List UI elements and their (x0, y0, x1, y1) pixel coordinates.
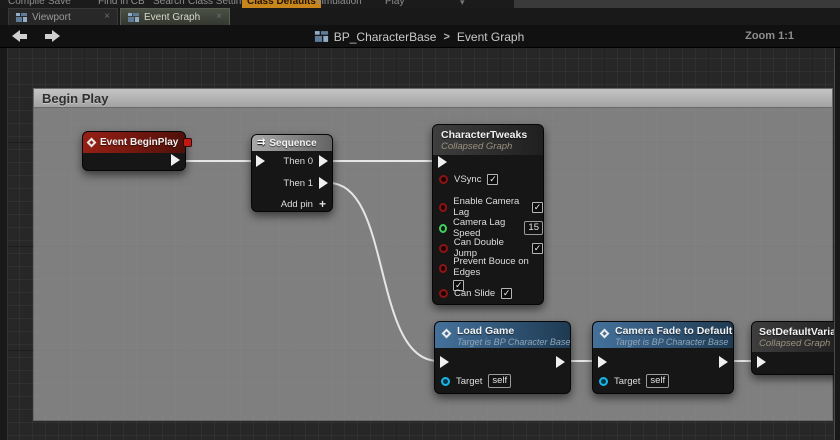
graph-left-edge (0, 48, 8, 440)
enable-camera-lag-checkbox[interactable]: ✓ (532, 202, 543, 213)
exec-input-pin[interactable] (440, 356, 449, 368)
node-set-default-variables[interactable]: SetDefaultVariables Collapsed Graph (751, 321, 840, 375)
sequence-title: Sequence (269, 138, 316, 149)
set-default-variables-title: SetDefaultVariables (759, 326, 840, 338)
event-graph-canvas[interactable]: Begin Play Event BeginPlay ⇉ Sequence (0, 48, 840, 440)
play-button[interactable]: Play (385, 0, 404, 8)
target-object-pin[interactable] (599, 377, 608, 386)
blueprint-grid-icon (315, 31, 328, 42)
character-tweaks-title: CharacterTweaks (441, 129, 535, 141)
class-defaults-button[interactable]: Class Defaults (242, 0, 321, 8)
prevent-bounce-label: Prevent Bouce on Edges (453, 256, 529, 278)
close-icon[interactable]: × (104, 12, 110, 22)
find-in-cb-button[interactable]: Find in CB (98, 0, 145, 8)
camera-lag-speed-label: Camera Lag Speed (453, 217, 518, 239)
exec-input-pin[interactable] (256, 155, 265, 167)
event-beginplay-title: Event BeginPlay (100, 137, 178, 148)
target-self-value[interactable]: self (488, 374, 511, 388)
tab-bar: Viewport × Event Graph × (0, 8, 840, 25)
event-indicator-icon (183, 138, 192, 147)
target-label: Target (614, 376, 640, 387)
search-button[interactable]: Search (153, 0, 185, 8)
bool-pin[interactable] (439, 203, 447, 212)
comment-begin-play-header[interactable]: Begin Play (33, 88, 833, 108)
close-icon[interactable]: × (216, 12, 222, 22)
float-pin[interactable] (439, 224, 447, 233)
chevron-right-icon: > (443, 31, 449, 43)
tab-event-graph[interactable]: Event Graph × (120, 8, 230, 25)
node-sequence[interactable]: ⇉ Sequence Then 0 Then 1 Add pin + (251, 134, 333, 212)
viewport-tab-icon (16, 13, 27, 22)
vsync-label: VSync (454, 174, 481, 185)
event-beginplay-header[interactable]: Event BeginPlay (83, 132, 185, 153)
then0-pin-label: Then 0 (283, 156, 313, 167)
target-label: Target (456, 376, 482, 387)
function-icon (442, 329, 452, 339)
event-graph-tab-label: Event Graph (144, 12, 200, 23)
bool-pin[interactable] (439, 264, 447, 273)
sequence-icon: ⇉ (257, 138, 265, 148)
then0-output-pin[interactable] (319, 155, 328, 167)
add-pin-button[interactable]: + (319, 197, 326, 211)
breadcrumb-parent[interactable]: BP_CharacterBase (334, 30, 437, 44)
target-object-pin[interactable] (441, 377, 450, 386)
tab-viewport[interactable]: Viewport × (8, 8, 118, 25)
camera-fade-title: Camera Fade to Default (615, 325, 725, 337)
node-event-beginplay[interactable]: Event BeginPlay (82, 131, 186, 171)
blueprint-editor-window: Compile Save Find in CB Search Class Set… (0, 0, 840, 440)
then1-output-pin[interactable] (319, 177, 328, 189)
can-slide-checkbox[interactable]: ✓ (501, 288, 512, 299)
camera-lag-speed-input[interactable]: 15 (524, 221, 543, 235)
character-tweaks-header[interactable]: CharacterTweaks Collapsed Graph (433, 125, 543, 155)
bool-pin[interactable] (439, 289, 448, 298)
can-double-jump-checkbox[interactable]: ✓ (532, 243, 543, 254)
vsync-checkbox[interactable]: ✓ (487, 174, 498, 185)
graph-right-edge (834, 25, 840, 440)
simulation-button[interactable]: Simulation (315, 0, 362, 8)
comment-title: Begin Play (42, 91, 108, 106)
sequence-header[interactable]: ⇉ Sequence (252, 135, 332, 151)
function-icon (600, 329, 610, 339)
add-pin-label: Add pin (281, 199, 313, 210)
zoom-level-label: Zoom 1:1 (745, 30, 794, 42)
exec-input-pin[interactable] (757, 356, 766, 368)
exec-input-pin[interactable] (438, 156, 447, 168)
toolbar-dropdown-caret-icon[interactable]: ▾ (460, 0, 465, 8)
exec-input-pin[interactable] (598, 356, 607, 368)
exec-output-pin[interactable] (719, 356, 728, 368)
graph-nav-bar: BP_CharacterBase > Event Graph Zoom 1:1 (0, 25, 840, 48)
viewport-tab-label: Viewport (32, 12, 71, 23)
then1-pin-label: Then 1 (283, 178, 313, 189)
can-slide-label: Can Slide (454, 288, 495, 299)
enable-camera-lag-label: Enable Camera Lag (453, 196, 526, 218)
target-self-value[interactable]: self (646, 374, 669, 388)
camera-fade-header[interactable]: Camera Fade to Default Target is BP Char… (593, 322, 733, 348)
node-character-tweaks[interactable]: CharacterTweaks Collapsed Graph VSync ✓ … (432, 124, 544, 305)
set-default-variables-header[interactable]: SetDefaultVariables Collapsed Graph (752, 322, 840, 352)
breadcrumb-current[interactable]: Event Graph (457, 30, 524, 44)
save-button[interactable]: Save (48, 0, 71, 8)
load-game-title: Load Game (457, 325, 562, 337)
load-game-header[interactable]: Load Game Target is BP Character Base (435, 322, 570, 348)
event-icon (87, 138, 97, 148)
compile-button[interactable]: Compile (8, 0, 45, 8)
bool-pin[interactable] (439, 175, 448, 184)
toolbar: Compile Save Find in CB Search Class Set… (0, 0, 840, 8)
exec-output-pin[interactable] (556, 356, 565, 368)
event-graph-tab-icon (128, 13, 139, 22)
load-game-subtitle: Target is BP Character Base (457, 337, 562, 347)
exec-output-pin[interactable] (171, 154, 180, 166)
node-camera-fade-to-default[interactable]: Camera Fade to Default Target is BP Char… (592, 321, 734, 394)
camera-fade-subtitle: Target is BP Character Base (615, 337, 725, 347)
character-tweaks-subtitle: Collapsed Graph (441, 141, 535, 152)
toolbar-right-panel (514, 0, 840, 8)
set-default-variables-subtitle: Collapsed Graph (759, 338, 840, 349)
bool-pin[interactable] (439, 244, 448, 253)
node-load-game[interactable]: Load Game Target is BP Character Base Ta… (434, 321, 571, 394)
breadcrumb: BP_CharacterBase > Event Graph (0, 25, 840, 48)
